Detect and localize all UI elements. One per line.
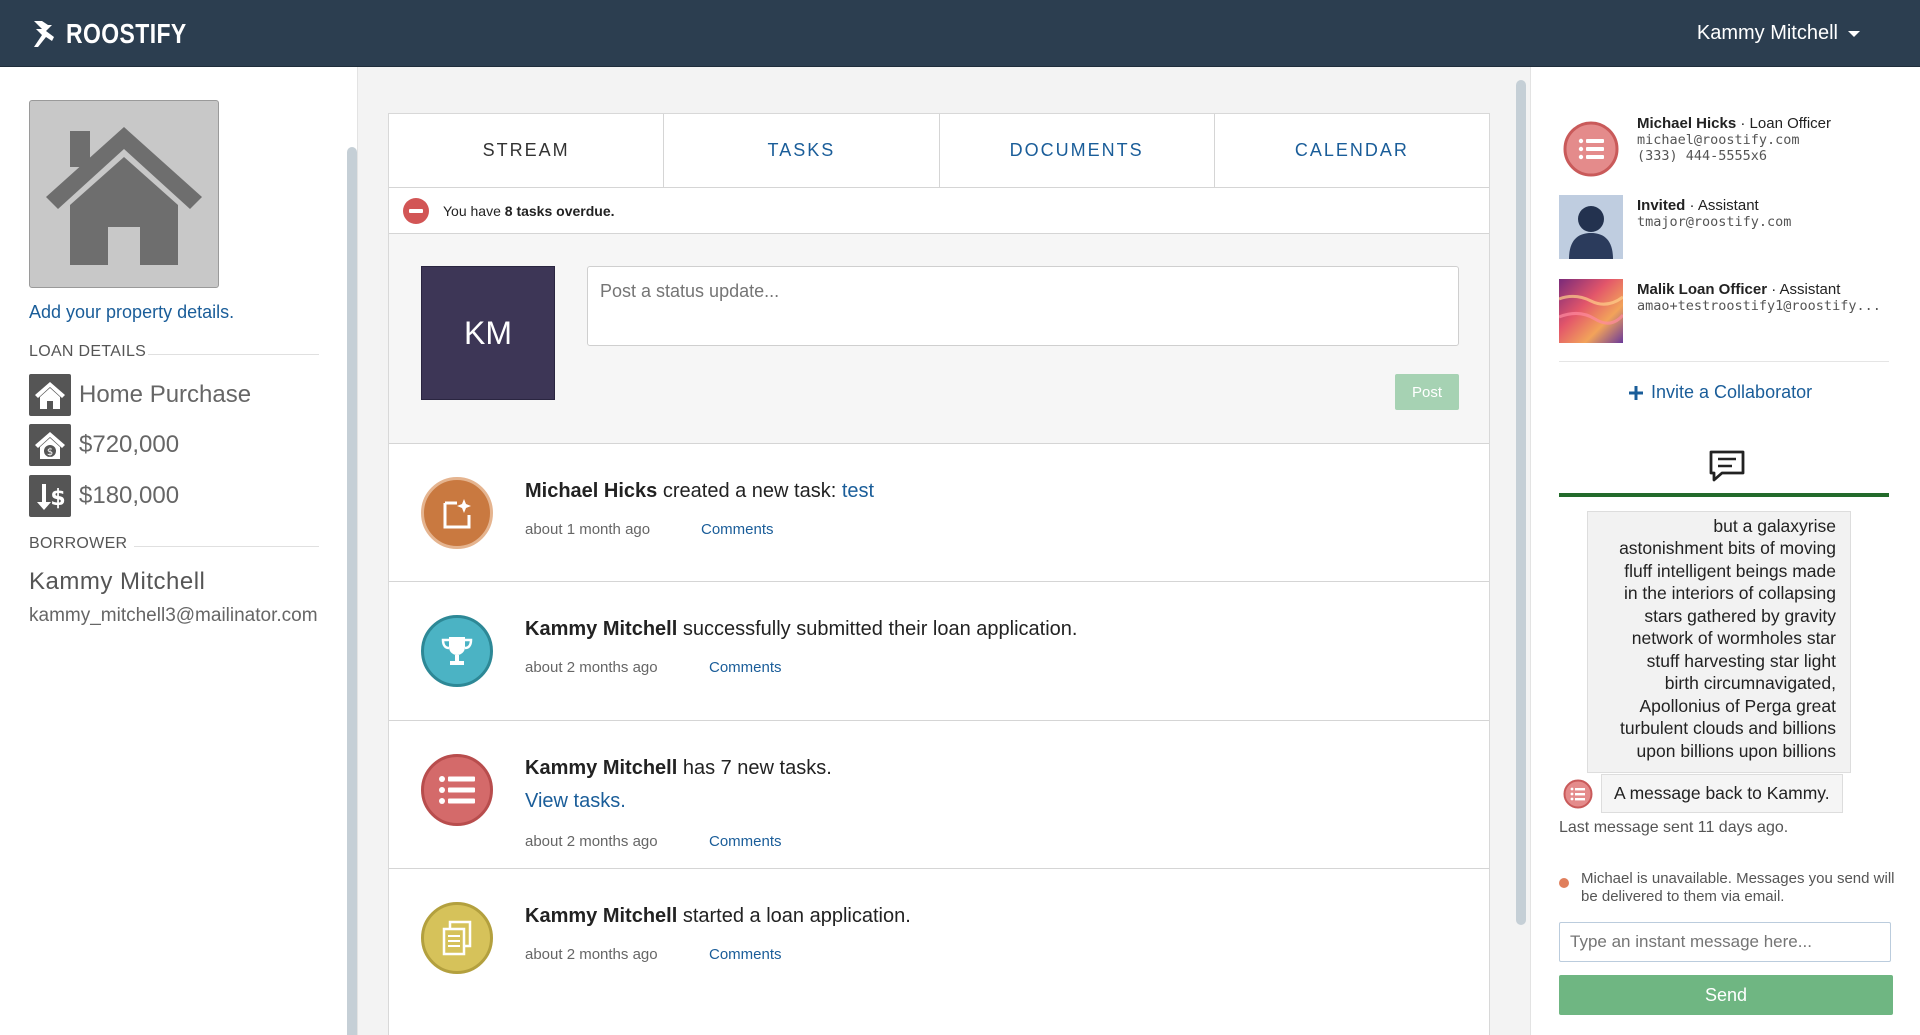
tab-stream[interactable]: STREAM — [389, 114, 665, 187]
tab-documents[interactable]: DOCUMENTS — [940, 114, 1215, 187]
reply-text: A message back to Kammy. — [1601, 774, 1843, 813]
feed-title: Kammy Mitchell has 7 new tasks. — [525, 757, 832, 779]
tab-tasks[interactable]: TASKS — [664, 114, 940, 187]
loan-type: Home Purchase — [79, 381, 252, 408]
chat-icon[interactable] — [1708, 449, 1746, 483]
feed-item: Kammy Mitchell successfully submitted th… — [389, 582, 1489, 721]
borrower-name: Kammy Mitchell — [29, 568, 206, 595]
assistant-avatar — [1559, 279, 1623, 343]
right-sidebar: Michael Hicks · Loan Officer michael@roo… — [1530, 67, 1920, 1035]
documents-icon — [421, 902, 493, 974]
brand-logo[interactable]: ROOSTIFY — [30, 18, 213, 50]
collaborator-email: tmajor@roostify.com — [1637, 214, 1792, 230]
feed-time: about 1 month ago — [525, 521, 651, 538]
borrower-email: kammy_mitchell3@mailinator.com — [29, 605, 318, 626]
top-navbar: ROOSTIFY Kammy Mitchell — [0, 0, 1920, 67]
user-menu[interactable]: Kammy Mitchell — [1697, 22, 1860, 45]
borrower-heading: BORROWER — [29, 535, 128, 552]
left-sidebar: Add your property details. LOAN DETAILS … — [0, 67, 358, 1035]
caret-down-icon — [1848, 30, 1860, 37]
task-list-icon — [1563, 779, 1593, 808]
home-icon — [29, 374, 71, 416]
collaborator-item[interactable]: Malik Loan Officer · Assistant amao+test… — [1637, 281, 1881, 314]
main-panel: STREAM TASKS DOCUMENTS CALENDAR You have… — [388, 113, 1490, 1035]
comments-link[interactable]: Comments — [709, 833, 782, 850]
collaborator-email: amao+testroostify1@roostify... — [1637, 298, 1881, 314]
down-payment: $180,000 — [79, 482, 180, 509]
collaborator-item[interactable]: Invited · Assistant tmajor@roostify.com — [1637, 197, 1791, 230]
task-list-icon — [1563, 121, 1619, 177]
outgoing-message: A message back to Kammy. — [1563, 774, 1843, 813]
house-placeholder-icon — [46, 127, 202, 265]
loan-details-heading: LOAN DETAILS — [29, 343, 147, 360]
feed-title: Kammy Mitchell successfully submitted th… — [525, 618, 1078, 640]
loan-officer-avatar — [1559, 117, 1623, 181]
tab-bar: STREAM TASKS DOCUMENTS CALENDAR — [389, 114, 1489, 188]
down-payment-row: $ $180,000 — [29, 475, 179, 517]
overdue-alert: You have 8 tasks overdue. — [389, 188, 1489, 234]
collaborator-email: michael@roostify.com — [1637, 132, 1800, 148]
comments-link[interactable]: Comments — [709, 659, 782, 676]
purchase-price: $720,000 — [79, 431, 180, 458]
plus-icon — [1629, 385, 1643, 400]
loan-type-row: Home Purchase — [29, 374, 251, 416]
user-name: Kammy Mitchell — [1696, 22, 1838, 44]
post-button[interactable]: Post — [1395, 374, 1459, 410]
feed-time: about 2 months ago — [525, 946, 658, 963]
comments-link[interactable]: Comments — [701, 521, 774, 538]
house-dollar-icon: $ — [29, 424, 71, 466]
svg-text:$: $ — [47, 447, 53, 458]
assistant-avatar — [1559, 195, 1623, 259]
feed-item: Kammy Mitchell has 7 new tasks. View tas… — [389, 721, 1489, 869]
abstract-photo-icon — [1559, 279, 1623, 343]
message-text: but a galaxyrise astonishment bits of mo… — [1619, 515, 1836, 761]
feed-time: about 2 months ago — [525, 659, 658, 676]
unavailable-notice: Michael is unavailable. Messages you sen… — [1559, 870, 1899, 906]
minus-circle-icon — [403, 197, 429, 224]
incoming-message: but a galaxyrise astonishment bits of mo… — [1587, 511, 1851, 773]
add-property-link[interactable]: Add your property details. — [29, 302, 234, 323]
status-input[interactable] — [587, 266, 1459, 346]
feed-title: Kammy Mitchell started a loan applicatio… — [525, 905, 911, 927]
center-scrollbar[interactable] — [1516, 80, 1526, 925]
collaborator-phone: (333) 444-5555x6 — [1637, 148, 1768, 164]
alert-text: You have 8 tasks overdue. — [443, 202, 615, 219]
trophy-icon — [421, 615, 493, 687]
avatar: KM — [421, 266, 555, 400]
task-list-icon — [421, 754, 493, 826]
last-message-status: Last message sent 11 days ago. — [1559, 819, 1789, 836]
new-task-icon — [421, 477, 493, 549]
status-dot-icon — [1559, 878, 1569, 888]
tab-calendar[interactable]: CALENDAR — [1215, 114, 1489, 187]
send-button[interactable]: Send — [1559, 975, 1893, 1015]
property-image[interactable] — [29, 100, 219, 288]
divider — [148, 354, 319, 355]
divider — [1559, 361, 1889, 362]
instant-message-input[interactable] — [1559, 922, 1891, 962]
person-icon — [1559, 195, 1623, 259]
task-link[interactable]: test — [842, 480, 874, 502]
feed-item: Michael Hicks created a new task: test a… — [389, 444, 1489, 582]
invite-collaborator-button[interactable]: Invite a Collaborator — [1629, 382, 1812, 403]
feed-time: about 2 months ago — [525, 833, 658, 850]
status-composer: KM Post — [389, 234, 1489, 444]
collaborator-item[interactable]: Michael Hicks · Loan Officer michael@roo… — [1637, 115, 1831, 164]
comments-link[interactable]: Comments — [709, 946, 782, 963]
feed-item: Kammy Mitchell started a loan applicatio… — [389, 869, 1489, 1009]
view-tasks-link[interactable]: View tasks. — [525, 790, 626, 813]
feed-title: Michael Hicks created a new task: test — [525, 480, 875, 502]
svg-text:$: $ — [50, 486, 65, 511]
rooster-icon — [34, 21, 54, 47]
down-dollar-icon: $ — [29, 475, 71, 517]
divider — [134, 546, 319, 547]
chat-tab-indicator — [1559, 493, 1889, 497]
left-scrollbar[interactable] — [347, 147, 357, 1035]
loan-price-row: $ $720,000 — [29, 424, 179, 466]
brand-name: ROOSTIFY — [66, 18, 187, 49]
